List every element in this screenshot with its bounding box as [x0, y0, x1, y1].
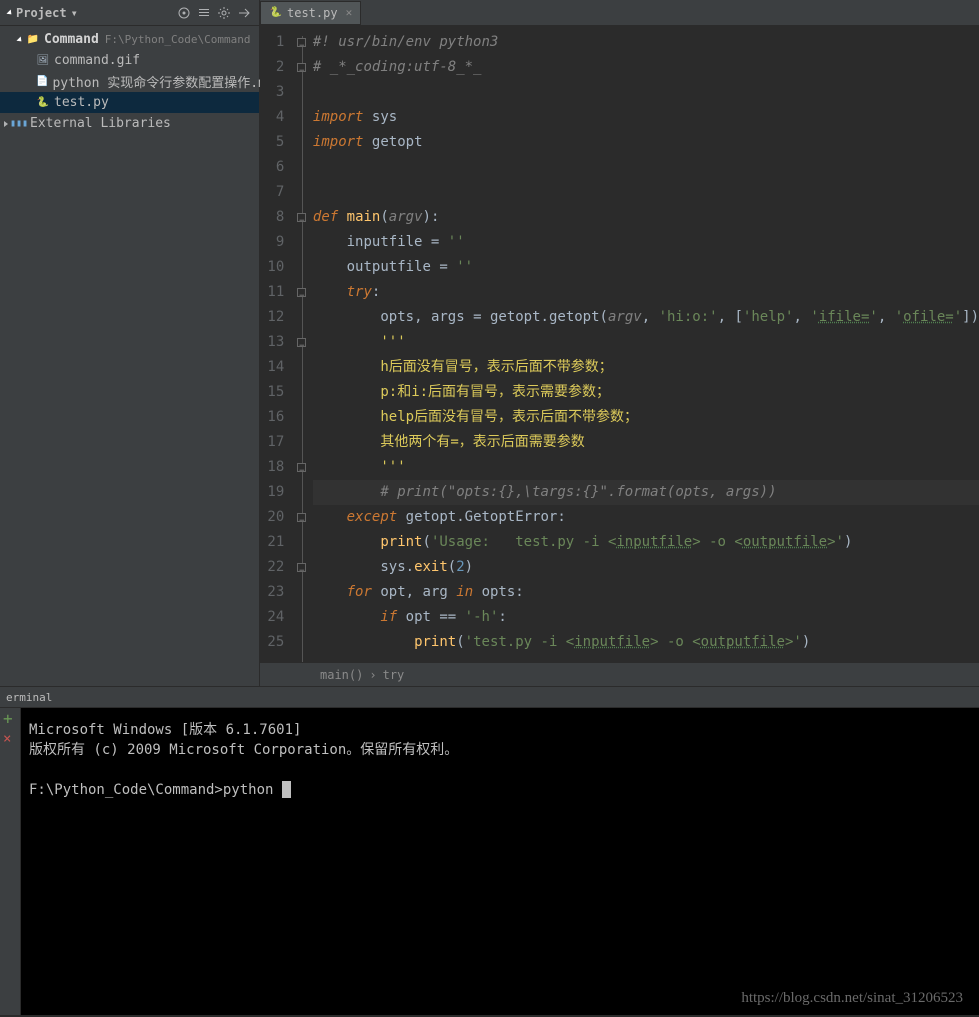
- external-libraries[interactable]: ▮▮▮ External Libraries: [0, 113, 259, 134]
- tab-label: test.py: [287, 6, 338, 20]
- file-name: test.py: [54, 95, 109, 110]
- python-icon: 🐍: [269, 6, 283, 20]
- terminal-panel: + × Microsoft Windows [版本 6.1.7601] 版权所有…: [0, 708, 979, 1015]
- triangle-icon: [16, 36, 23, 43]
- editor-tabs: 🐍 test.py ✕: [260, 0, 979, 26]
- terminal-output[interactable]: Microsoft Windows [版本 6.1.7601] 版权所有 (c)…: [21, 708, 979, 1015]
- code-editor[interactable]: 1234567891011121314151617181920212223242…: [260, 26, 979, 662]
- code-content[interactable]: #! usr/bin/env python3# _*_coding:utf-8_…: [307, 26, 979, 662]
- file-icon: 🖼: [36, 54, 50, 68]
- crumb-main[interactable]: main(): [320, 668, 363, 682]
- watermark: https://blog.csdn.net/sinat_31206523: [741, 990, 963, 1007]
- hide-icon[interactable]: [237, 6, 251, 20]
- close-terminal-icon[interactable]: ×: [3, 732, 17, 746]
- project-label: Project: [16, 6, 67, 20]
- fold-column: [296, 26, 307, 662]
- close-icon[interactable]: ✕: [346, 6, 353, 19]
- file-name: python 实现命令行参数配置操作.md: [52, 72, 273, 91]
- folder-icon: 📁: [26, 33, 40, 47]
- project-sidebar: Project ▾ 📁 Command F:\Python_Code\Comma…: [0, 0, 260, 686]
- file-command.gif[interactable]: 🖼 command.gif: [0, 50, 259, 71]
- tab-test-py[interactable]: 🐍 test.py ✕: [260, 1, 361, 25]
- line-numbers: 1234567891011121314151617181920212223242…: [260, 26, 296, 662]
- collapse-arrow-icon[interactable]: [6, 9, 13, 16]
- gear-icon[interactable]: [217, 6, 231, 20]
- triangle-icon: [4, 121, 8, 127]
- terminal-label[interactable]: erminal: [0, 686, 979, 708]
- dropdown-arrow-icon[interactable]: ▾: [71, 6, 78, 20]
- breadcrumb: main() › try: [260, 662, 979, 686]
- libraries-icon: ▮▮▮: [12, 117, 26, 131]
- editor-pane: 🐍 test.py ✕ 1234567891011121314151617181…: [260, 0, 979, 686]
- crumb-try[interactable]: try: [383, 668, 405, 682]
- project-tree: 📁 Command F:\Python_Code\Command 🖼 comman…: [0, 26, 259, 134]
- file-test.py[interactable]: 🐍 test.py: [0, 92, 259, 113]
- file-name: command.gif: [54, 53, 140, 68]
- collapse-icon[interactable]: [197, 6, 211, 20]
- chevron-right-icon: ›: [369, 668, 376, 682]
- terminal-toolbar: + ×: [0, 708, 21, 1015]
- project-root[interactable]: 📁 Command F:\Python_Code\Command: [0, 29, 259, 50]
- target-icon[interactable]: [177, 6, 191, 20]
- sidebar-header: Project ▾: [0, 0, 259, 26]
- project-path: F:\Python_Code\Command: [105, 33, 251, 46]
- ext-lib-label: External Libraries: [30, 116, 171, 131]
- file-icon: 🐍: [36, 96, 50, 110]
- file-python 实现命令行参数配置操作.md[interactable]: 📄python 实现命令行参数配置操作.md: [0, 71, 259, 92]
- file-icon: 📄: [36, 75, 48, 89]
- add-terminal-icon[interactable]: +: [3, 712, 17, 726]
- project-name: Command: [44, 32, 99, 47]
